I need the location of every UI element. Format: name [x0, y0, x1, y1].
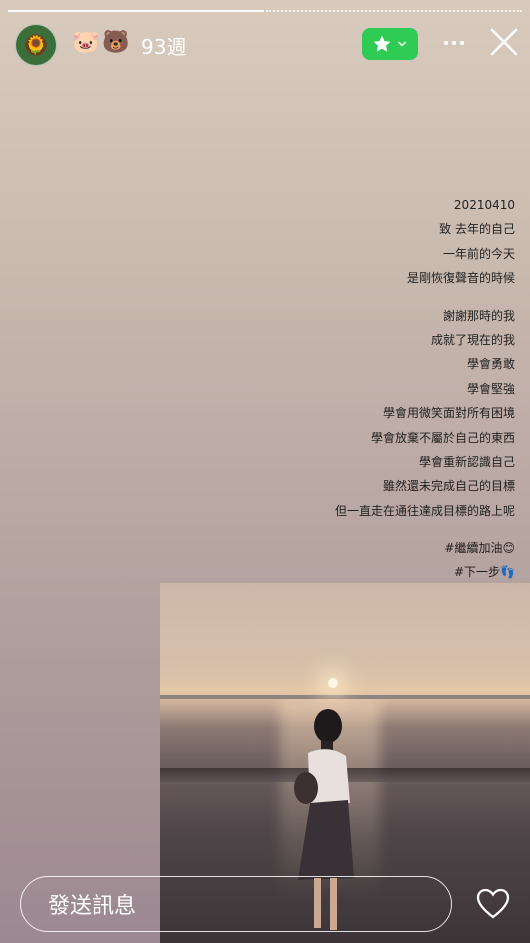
star-icon	[373, 35, 391, 52]
hashtag[interactable]: #下一步👣	[444, 560, 515, 584]
text-line: 是剛恢復聲音的時候	[406, 271, 515, 286]
story-header: 🌻 🐷 🐻 93週	[0, 22, 530, 66]
hashtags: #繼續加油😊 #下一步👣	[444, 536, 515, 584]
text-line: 學會重新認識自己	[418, 454, 515, 469]
text-line: 20210410	[453, 198, 515, 212]
close-friends-star-button[interactable]	[362, 28, 418, 60]
text-line: 學會放棄不屬於自己的東西	[370, 430, 515, 445]
close-icon[interactable]	[488, 26, 520, 58]
bear-emoji: 🐻	[102, 30, 130, 55]
text-line: 成就了現在的我	[430, 332, 515, 347]
text-line: 一年前的今天	[442, 246, 515, 261]
dot-icon	[460, 41, 464, 45]
chevron-down-icon	[397, 41, 407, 47]
dot-icon	[452, 41, 456, 45]
heart-icon[interactable]	[476, 888, 510, 920]
progress-segment-remaining	[266, 10, 522, 12]
sun	[328, 678, 338, 688]
text-line: 學會用微笑面對所有困境	[382, 406, 515, 421]
more-options-button[interactable]	[440, 28, 468, 58]
story-age-label: 93週	[141, 35, 187, 59]
text-line: 謝謝那時的我	[442, 308, 515, 323]
text-line: 學會勇敢	[466, 357, 515, 372]
avatar[interactable]: 🌻	[15, 24, 57, 66]
pig-emoji: 🐷	[72, 30, 100, 55]
dot-icon	[444, 41, 448, 45]
text-line: 雖然還未完成自己的目標	[382, 479, 515, 494]
story-text: 20210410 致 去年的自己 一年前的今天 是剛恢復聲音的時候 謝謝那時的我…	[335, 193, 515, 523]
story-progress-bar	[8, 10, 522, 13]
progress-segment-viewed	[8, 10, 264, 12]
send-message-input[interactable]: 發送訊息	[20, 876, 452, 932]
hashtag[interactable]: #繼續加油😊	[444, 536, 515, 560]
text-line: 但一直走在通往達成目標的路上呢	[334, 503, 515, 518]
text-line: 致 去年的自己	[439, 222, 515, 237]
horizon	[160, 695, 530, 699]
text-line: 學會堅強	[466, 381, 515, 396]
